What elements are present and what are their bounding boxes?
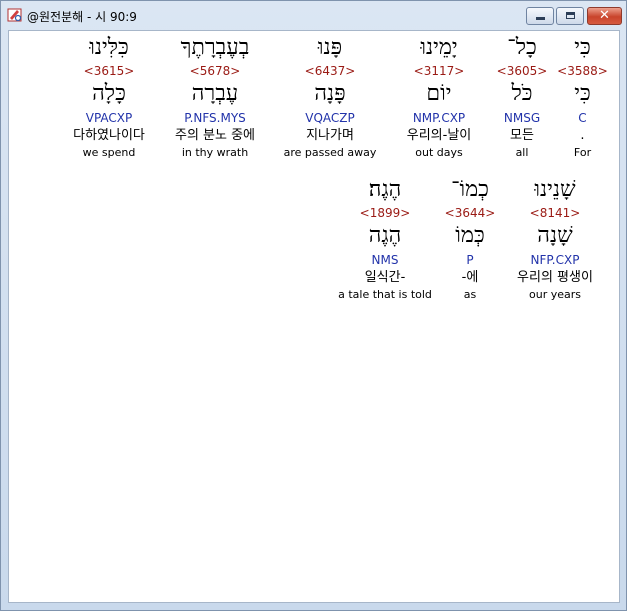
word-cell[interactable]: כִּי <3588> כִּי C . For xyxy=(554,33,611,161)
word-cell[interactable]: בְעֶבְרָתֶךָ <5678> עֶבְרָה P.NFS.MYS 주의… xyxy=(161,33,269,161)
status-bar xyxy=(8,603,620,609)
lemma-word: שָׁנָה xyxy=(537,223,573,248)
english-gloss: For xyxy=(573,146,592,159)
close-button[interactable]: ✕ xyxy=(587,7,622,25)
word-cell[interactable]: הֶגֶה׃ <1899> הֶגֶה NMS 일식간- a tale that… xyxy=(327,175,443,303)
morphology-code: P xyxy=(466,253,474,267)
hebrew-word: כָל־ xyxy=(507,35,537,60)
word-cell[interactable]: כְמוֹ־ <3644> כְּמוֹ P -에 as xyxy=(434,175,506,303)
morphology-code: P.NFS.MYS xyxy=(184,111,246,125)
korean-gloss: . xyxy=(580,128,585,143)
strong-number-link[interactable]: <3615> xyxy=(61,63,157,79)
maximize-icon xyxy=(566,12,575,19)
korean-gloss: 우리의 평생이 xyxy=(517,270,593,285)
morphology-code: NFP.CXP xyxy=(530,253,580,267)
english-gloss: out days xyxy=(415,146,463,159)
english-gloss: all xyxy=(515,146,529,159)
lemma-word: כָּלָה xyxy=(92,81,126,106)
english-gloss: as xyxy=(463,288,477,301)
lemma-word: הֶגֶה xyxy=(368,223,402,248)
word-cell[interactable]: יָמֵינוּ <3117> יוֹם NMP.CXP 우리의-날이 out … xyxy=(394,33,484,161)
title-bar[interactable]: @원전분해 - 시 90:9 ✕ xyxy=(1,1,626,30)
hebrew-word: הֶגֶה׃ xyxy=(368,177,402,202)
strong-number-link[interactable]: <3588> xyxy=(554,63,611,79)
strong-number-link[interactable]: <3117> xyxy=(394,63,484,79)
korean-gloss: 다하였나이다 xyxy=(73,128,145,143)
word-cell[interactable]: כִּלִּינוּ <3615> כָּלָה VPACXP 다하였나이다 w… xyxy=(61,33,157,161)
maximize-button[interactable] xyxy=(556,7,584,25)
strong-number-link[interactable]: <5678> xyxy=(161,63,269,79)
morphology-code: NMSG xyxy=(503,111,541,125)
strong-number-link[interactable]: <6437> xyxy=(274,63,386,79)
hebrew-word: כְמוֹ־ xyxy=(451,177,489,202)
english-gloss: we spend xyxy=(82,146,136,159)
lemma-word: פָּנָה xyxy=(314,81,346,106)
strong-number-link[interactable]: <3644> xyxy=(434,205,506,221)
strong-number-link[interactable]: <3605> xyxy=(492,63,552,79)
morphology-code: NMS xyxy=(371,253,399,267)
morphology-code: VQACZP xyxy=(305,111,355,125)
strong-number-link[interactable]: <8141> xyxy=(505,205,605,221)
english-gloss: in thy wrath xyxy=(181,146,249,159)
lemma-word: עֶבְרָה xyxy=(191,81,239,106)
lemma-word: כֹּל xyxy=(511,81,533,106)
window-title: @원전분해 - 시 90:9 xyxy=(27,10,137,24)
bible-app-icon xyxy=(7,8,22,22)
hebrew-word: יָמֵינוּ xyxy=(420,35,458,60)
morphology-code: VPACXP xyxy=(85,111,133,125)
english-gloss: our years xyxy=(529,288,581,301)
minimize-button[interactable] xyxy=(526,7,554,25)
lemma-word: כִּי xyxy=(574,81,591,106)
hebrew-word: כִּלִּינוּ xyxy=(89,35,129,60)
korean-gloss: 모든 xyxy=(510,128,534,143)
hebrew-word: שָׁנֵינוּ xyxy=(534,177,576,202)
word-cell[interactable]: שָׁנֵינוּ <8141> שָׁנָה NFP.CXP 우리의 평생이 … xyxy=(505,175,605,303)
korean-gloss: -에 xyxy=(461,270,479,285)
word-cell[interactable]: פָּנוּ <6437> פָּנָה VQACZP 지나가며 are pas… xyxy=(274,33,386,161)
korean-gloss: 우리의-날이 xyxy=(406,128,472,143)
close-icon: ✕ xyxy=(599,8,610,23)
word-cell[interactable]: כָל־ <3605> כֹּל NMSG 모든 all xyxy=(492,33,552,161)
english-gloss: are passed away xyxy=(283,146,377,159)
morphology-code: NMP.CXP xyxy=(412,111,466,125)
app-window: @원전분해 - 시 90:9 ✕ כִּי <3588> כִּי C . Fo… xyxy=(0,0,627,611)
strong-number-link[interactable]: <1899> xyxy=(327,205,443,221)
hebrew-word: בְעֶבְרָתֶךָ xyxy=(180,35,250,60)
morphology-code: C xyxy=(578,111,587,125)
minimize-icon xyxy=(536,17,545,20)
interlinear-panel[interactable]: כִּי <3588> כִּי C . For כָל־ <3605> כֹּ… xyxy=(8,30,620,603)
korean-gloss: 일식간- xyxy=(364,270,406,285)
lemma-word: כְּמוֹ xyxy=(455,223,485,248)
korean-gloss: 지나가며 xyxy=(306,128,354,143)
english-gloss: a tale that is told xyxy=(338,288,432,301)
lemma-word: יוֹם xyxy=(426,81,452,106)
hebrew-word: פָּנוּ xyxy=(317,35,343,60)
hebrew-word: כִּי xyxy=(574,35,591,60)
korean-gloss: 주의 분노 중에 xyxy=(174,128,256,143)
